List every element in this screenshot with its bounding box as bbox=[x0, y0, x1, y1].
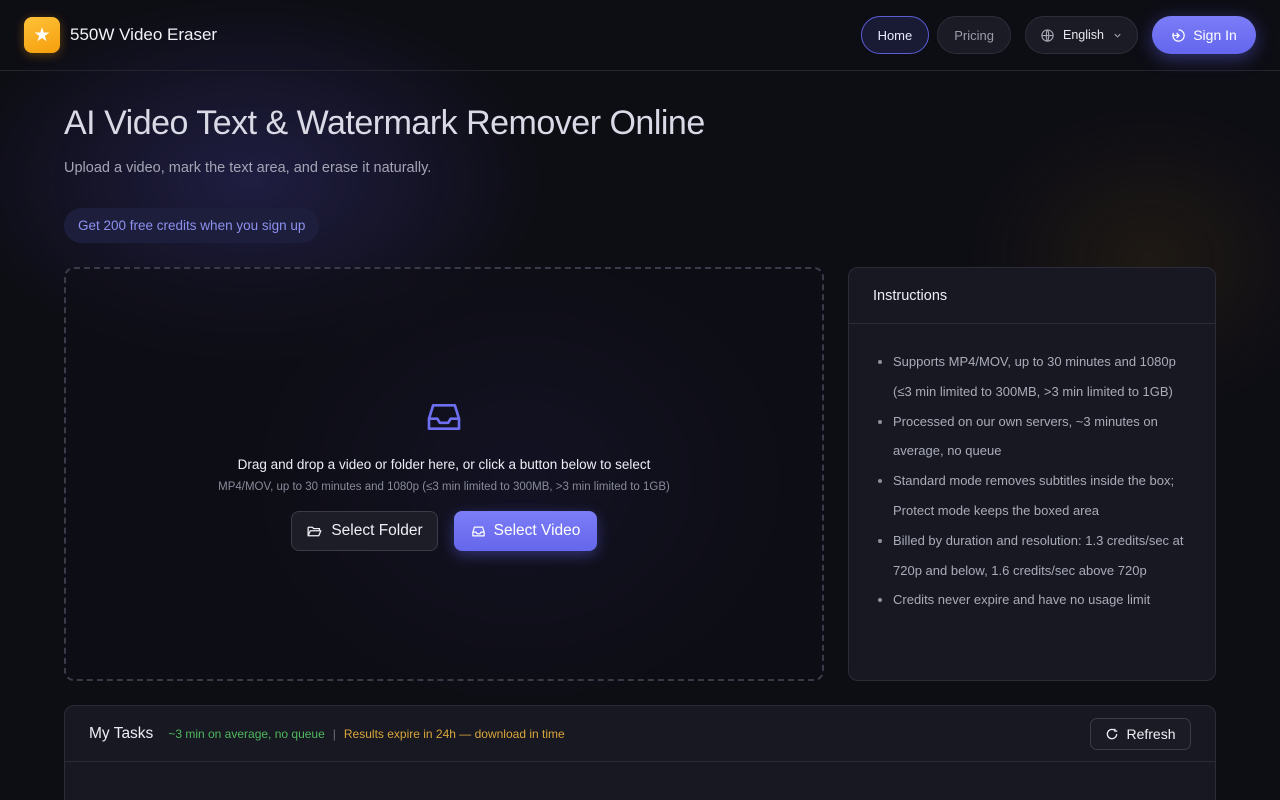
select-video-button[interactable]: Select Video bbox=[454, 511, 597, 551]
list-item: Processed on our own servers, ~3 minutes… bbox=[893, 407, 1195, 467]
page-subtitle: Upload a video, mark the text area, and … bbox=[64, 160, 432, 176]
nav-pricing[interactable]: Pricing bbox=[937, 16, 1011, 54]
top-header: ★ 550W Video Eraser Home Pricing English… bbox=[0, 0, 1280, 71]
select-video-label: Select Video bbox=[493, 522, 581, 539]
expiry-note: Results expire in 24h — download in time bbox=[343, 726, 565, 741]
list-item: Standard mode removes subtitles inside t… bbox=[893, 466, 1195, 526]
refresh-label: Refresh bbox=[1126, 726, 1176, 742]
login-icon bbox=[1172, 28, 1185, 42]
note-separator: | bbox=[332, 726, 336, 741]
star-icon: ★ bbox=[24, 17, 60, 53]
instructions-title: Instructions bbox=[849, 268, 1215, 324]
my-tasks-panel: My Tasks ~3 min on average, no queue | R… bbox=[64, 705, 1216, 800]
globe-icon bbox=[1041, 28, 1054, 42]
select-folder-button[interactable]: Select Folder bbox=[291, 511, 438, 551]
list-item: Credits never expire and have no usage l… bbox=[893, 585, 1195, 615]
sign-in-label: Sign In bbox=[1193, 27, 1237, 43]
tasks-title: My Tasks bbox=[89, 724, 154, 742]
sign-in-button[interactable]: Sign In bbox=[1152, 16, 1256, 54]
chevron-down-icon bbox=[1114, 33, 1121, 38]
list-item: Billed by duration and resolution: 1.3 c… bbox=[893, 526, 1195, 586]
tasks-header: My Tasks ~3 min on average, no queue | R… bbox=[65, 706, 1215, 762]
brand[interactable]: ★ 550W Video Eraser bbox=[24, 17, 217, 53]
language-selector[interactable]: English bbox=[1025, 16, 1138, 54]
select-folder-label: Select Folder bbox=[331, 522, 423, 539]
refresh-icon bbox=[1107, 728, 1118, 740]
inbox-icon bbox=[427, 404, 461, 430]
nav-home[interactable]: Home bbox=[860, 16, 930, 54]
folder-open-icon bbox=[307, 526, 322, 536]
page-title: AI Video Text & Watermark Remover Online bbox=[64, 104, 705, 142]
inbox-icon bbox=[471, 526, 485, 536]
free-credits-badge[interactable]: Get 200 free credits when you sign up bbox=[64, 208, 320, 243]
main-nav: Home Pricing English Sign In bbox=[860, 16, 1256, 54]
instructions-list: Supports MP4/MOV, up to 30 minutes and 1… bbox=[849, 324, 1215, 615]
instructions-panel: Instructions Supports MP4/MOV, up to 30 … bbox=[848, 267, 1216, 681]
refresh-button[interactable]: Refresh bbox=[1090, 718, 1191, 750]
list-item: Supports MP4/MOV, up to 30 minutes and 1… bbox=[893, 347, 1195, 407]
language-label: English bbox=[1063, 28, 1104, 42]
dropzone-instruction: Drag and drop a video or folder here, or… bbox=[237, 457, 651, 472]
upload-dropzone[interactable]: Drag and drop a video or folder here, or… bbox=[64, 267, 824, 681]
brand-name: 550W Video Eraser bbox=[70, 25, 218, 44]
processing-time-note: ~3 min on average, no queue bbox=[168, 726, 325, 741]
dropzone-hint: MP4/MOV, up to 30 minutes and 1080p (≤3 … bbox=[218, 481, 670, 493]
dropzone-buttons: Select Folder Select Video bbox=[291, 511, 597, 551]
